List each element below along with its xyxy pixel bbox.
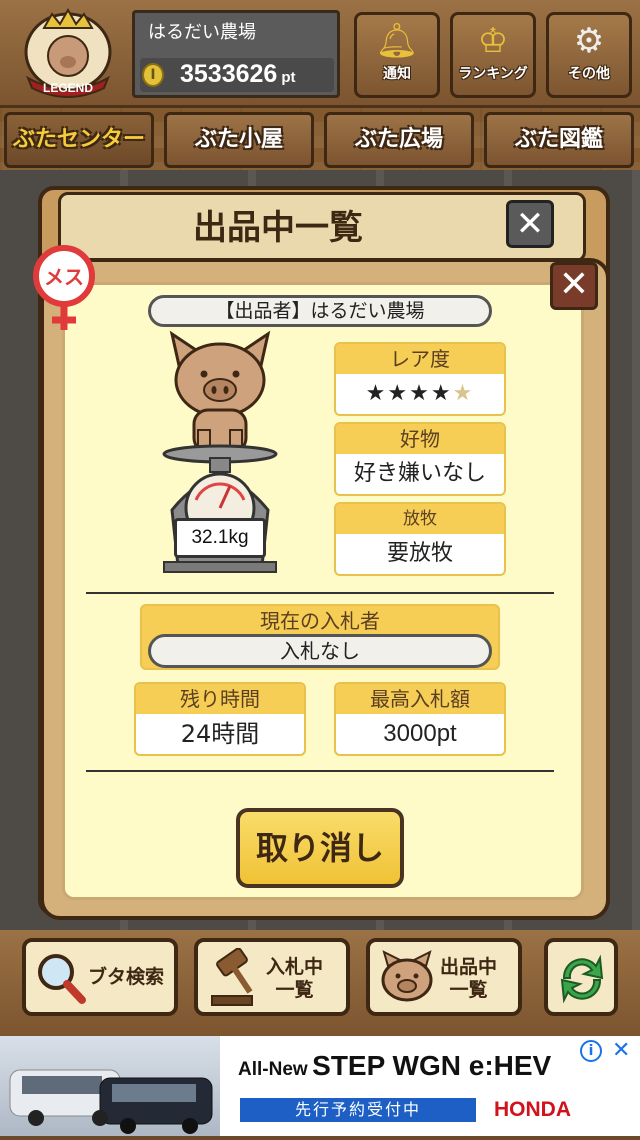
remaining-time-box: 残り時間 24時間: [134, 682, 306, 756]
listing-label-line1: 出品中: [440, 956, 498, 978]
tab-pig-center[interactable]: ぶたセンター: [4, 112, 154, 168]
other-button[interactable]: ⚙ その他: [546, 12, 632, 98]
bell-icon: 🔔︎: [375, 21, 419, 61]
points-unit: pt: [281, 69, 296, 86]
crown-icon: ♔: [477, 21, 509, 61]
gear-icon: ⚙: [573, 21, 605, 61]
notification-label: 通知: [383, 66, 411, 82]
favorite-value: 好き嫌いなし: [353, 461, 486, 486]
pig-face-icon: [381, 950, 433, 1002]
refresh-icon: [560, 954, 604, 1004]
remaining-time-value: 24時間: [180, 720, 260, 748]
ad-headline[interactable]: All-New STEP WGN e:HEV: [238, 1050, 551, 1082]
current-bidder-value: 入札なし: [148, 634, 492, 668]
star-icon: ★: [365, 381, 388, 406]
star-icon: ★: [430, 381, 453, 406]
listing-label-line2: 一覧: [449, 979, 488, 1001]
listing-list-button[interactable]: 出品中 一覧: [366, 938, 522, 1016]
legend-pig-badge-icon[interactable]: LEGEND: [14, 8, 122, 100]
coin-icon: I: [142, 63, 164, 87]
pig-search-label: ブタ検索: [88, 966, 165, 988]
refresh-button[interactable]: [544, 938, 618, 1016]
pig-search-button[interactable]: ブタ検索: [22, 938, 178, 1016]
bidding-label-line1: 入札中: [266, 956, 324, 978]
highest-bid-value: 3000pt: [383, 720, 457, 747]
current-bidder-label: 現在の入札者: [142, 606, 498, 636]
rarity-label: レア度: [336, 344, 504, 374]
farm-name: はるだい農場: [148, 22, 256, 43]
magnifier-icon: [38, 954, 86, 1004]
listing-title: 出品中一覧: [193, 208, 363, 248]
tab-pig-encyclopedia[interactable]: ぶた図鑑: [484, 112, 634, 168]
section-divider: [86, 592, 554, 594]
female-symbol-icon: メス: [33, 245, 95, 330]
listing-close-button[interactable]: ✕: [506, 200, 554, 248]
gender-label: メス: [44, 265, 84, 289]
points-value: 3533626: [180, 60, 278, 88]
tab-pig-hut[interactable]: ぶた小屋: [164, 112, 314, 168]
points-display: 3533626 pt: [180, 60, 296, 89]
rarity-box: レア度 ★★★★★: [334, 342, 506, 416]
cancel-listing-button[interactable]: 取り消し: [236, 808, 404, 888]
highest-bid-box: 最高入札額 3000pt: [334, 682, 506, 756]
grazing-value: 要放牧: [386, 541, 453, 566]
other-label: その他: [568, 66, 610, 82]
favorite-food-box: 好物 好き嫌いなし: [334, 422, 506, 496]
tab-pig-plaza[interactable]: ぶた広場: [324, 112, 474, 168]
seller-pill: 【出品者】はるだい農場: [148, 295, 492, 327]
ranking-label: ランキング: [458, 66, 528, 82]
section-divider: [86, 770, 554, 772]
ad-subtext[interactable]: 先行予約受付中: [240, 1098, 476, 1122]
favorite-label: 好物: [336, 424, 504, 454]
highest-bid-label: 最高入札額: [336, 684, 504, 714]
grazing-label: 放牧: [336, 504, 504, 534]
ranking-button[interactable]: ♔ ランキング: [450, 12, 536, 98]
grazing-box: 放牧 要放牧: [334, 502, 506, 576]
gavel-icon: [211, 948, 253, 1006]
star-empty-icon: ★: [452, 381, 475, 406]
remaining-time-label: 残り時間: [136, 684, 304, 714]
ad-headline-small: All-New: [238, 1059, 308, 1080]
star-icon: ★: [387, 381, 410, 406]
ad-headline-big: STEP WGN e:HEV: [312, 1050, 552, 1081]
ad-brand-logo[interactable]: HONDA: [494, 1098, 571, 1122]
bidding-list-button[interactable]: 入札中 一覧: [194, 938, 350, 1016]
ad-info-icon[interactable]: i: [580, 1040, 602, 1062]
ad-car-image[interactable]: [0, 1036, 220, 1136]
detail-close-button[interactable]: ✕: [550, 262, 598, 310]
rarity-stars: ★★★★★: [336, 374, 504, 414]
star-icon: ★: [409, 381, 431, 406]
weight-display: 32.1kg: [174, 518, 266, 558]
ad-close-icon[interactable]: ✕: [612, 1038, 630, 1063]
notification-button[interactable]: 🔔︎ 通知: [354, 12, 440, 98]
legend-badge-text: LEGEND: [43, 81, 93, 95]
bidding-label-line2: 一覧: [275, 979, 314, 1001]
ad-cars-illustration: [9, 1069, 213, 1134]
